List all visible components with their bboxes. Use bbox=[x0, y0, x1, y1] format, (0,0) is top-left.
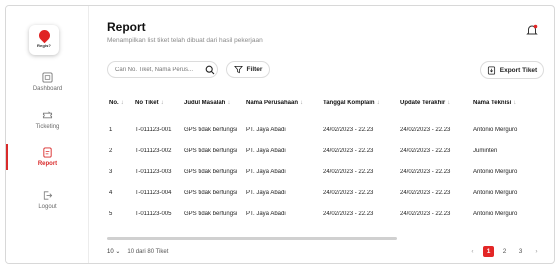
page-title: Report bbox=[107, 20, 146, 34]
sidebar-item-label: Ticketing bbox=[35, 124, 60, 130]
cell-nama-perusahaan: PT. Jaya Abadi bbox=[246, 190, 286, 196]
cell-update-terakhir: 24/02/2023 - 22.23 bbox=[400, 148, 451, 154]
cell-update-terakhir: 24/02/2023 - 22.23 bbox=[400, 190, 451, 196]
cell-nama-teknisi: Juminten bbox=[473, 148, 498, 154]
cell-tanggal-komplain: 24/02/2023 - 22.23 bbox=[323, 127, 374, 133]
bell-icon[interactable] bbox=[524, 22, 540, 38]
sidebar: Regis? Dashboard Ticketing Report Logout bbox=[6, 6, 89, 263]
sort-arrow-icon: ↓ bbox=[513, 100, 517, 106]
export-label: Export Tiket bbox=[499, 66, 538, 74]
cell-no: 2 bbox=[109, 148, 113, 154]
table-row[interactable]: 1 T-011123-001 GPS tidak berfungsi PT. J… bbox=[107, 120, 554, 141]
cell-nama-teknisi: Antonio Merguro bbox=[473, 127, 518, 133]
cell-update-terakhir: 24/02/2023 - 22.23 bbox=[400, 169, 451, 175]
cell-nama-teknisi: Antonio Merguro bbox=[473, 169, 518, 175]
cell-tanggal-komplain: 24/02/2023 - 22.23 bbox=[323, 169, 374, 175]
page-button-1[interactable]: 1 bbox=[483, 246, 494, 257]
cell-tanggal-komplain: 24/02/2023 - 22.23 bbox=[323, 211, 374, 217]
cell-judul-masalah: GPS tidak berfungsi bbox=[184, 211, 238, 217]
page-button-3[interactable]: 3 bbox=[515, 246, 526, 257]
column-header-judul-masalah[interactable]: Judul Masalah ↓ bbox=[184, 100, 241, 106]
cell-no-tiket: T-011123-005 bbox=[135, 211, 172, 217]
sort-arrow-icon: ↓ bbox=[227, 100, 231, 106]
cell-judul-masalah: GPS tidak berfungsi bbox=[184, 148, 238, 154]
report-icon bbox=[43, 147, 52, 158]
filter-button[interactable]: Filter bbox=[226, 61, 270, 78]
table-body: 1 T-011123-001 GPS tidak berfungsi PT. J… bbox=[107, 120, 554, 225]
cell-tanggal-komplain: 24/02/2023 - 22.23 bbox=[323, 148, 374, 154]
table-row[interactable]: 4 T-011123-004 GPS tidak berfungsi PT. J… bbox=[107, 183, 554, 204]
filter-label: Filter bbox=[246, 66, 263, 73]
sort-arrow-icon: ↓ bbox=[160, 100, 164, 106]
sidebar-item-logout[interactable]: Logout bbox=[6, 190, 89, 210]
sidebar-item-dashboard[interactable]: Dashboard bbox=[6, 72, 89, 92]
sidebar-item-ticketing[interactable]: Ticketing bbox=[6, 110, 89, 130]
table-footer-info: 10 ⌄ 10 dari 80 Tiket bbox=[107, 248, 169, 256]
sidebar-item-label: Dashboard bbox=[32, 86, 63, 92]
cell-nama-perusahaan: PT. Jaya Abadi bbox=[246, 211, 286, 217]
cell-nama-perusahaan: PT. Jaya Abadi bbox=[246, 148, 286, 154]
column-header-nama-perusahaan[interactable]: Nama Perusahaan ↓ bbox=[246, 100, 318, 106]
cell-no: 4 bbox=[109, 190, 113, 196]
sort-arrow-icon: ↓ bbox=[447, 100, 451, 106]
sidebar-item-label: Logout bbox=[38, 204, 57, 210]
column-header-no[interactable]: No. ↓ bbox=[109, 100, 129, 106]
total-count: 10 dari 80 Tiket bbox=[127, 248, 169, 255]
table-row[interactable]: 5 T-011123-005 GPS tidak berfungsi PT. J… bbox=[107, 204, 554, 225]
ticket-table: No. ↓ No Tiket ↓ Judul Masalah ↓ Nama Perus… bbox=[107, 88, 554, 225]
ticket-icon bbox=[42, 111, 53, 119]
app-window: Regis? Dashboard Ticketing Report Logout… bbox=[5, 5, 555, 264]
cell-no: 3 bbox=[109, 169, 113, 175]
horizontal-scrollbar[interactable] bbox=[107, 237, 397, 240]
pagination: ‹ 1 2 3 › bbox=[467, 246, 542, 257]
column-header-update-terakhir[interactable]: Update Terakhir ↓ bbox=[400, 100, 474, 106]
cell-judul-masalah: GPS tidak berfungsi bbox=[184, 169, 238, 175]
cell-no: 5 bbox=[109, 211, 113, 217]
cell-nama-perusahaan: PT. Jaya Abadi bbox=[246, 127, 286, 133]
sort-arrow-icon: ↓ bbox=[300, 100, 304, 106]
table-row[interactable]: 3 T-011123-003 GPS tidak berfungsi PT. J… bbox=[107, 162, 554, 183]
main-content: Report Menampilkan list tiket telah dibu… bbox=[89, 6, 554, 263]
filter-icon bbox=[233, 65, 243, 74]
page-button-2[interactable]: 2 bbox=[499, 246, 510, 257]
page-subtitle: Menampilkan list tiket telah dibuat dari… bbox=[107, 37, 263, 44]
cell-nama-teknisi: Antonio Merguro bbox=[473, 190, 518, 196]
cell-nama-teknisi: Antonio Merguro bbox=[473, 211, 518, 217]
sort-arrow-icon: ↓ bbox=[376, 100, 380, 106]
dashboard-icon bbox=[42, 72, 53, 83]
logo-pin-icon bbox=[36, 27, 52, 44]
search-icon[interactable] bbox=[205, 65, 215, 75]
search-input[interactable] bbox=[107, 61, 218, 78]
sidebar-item-report[interactable]: Report bbox=[6, 144, 89, 170]
per-page-select[interactable]: 10 ⌄ bbox=[107, 248, 120, 255]
cell-update-terakhir: 24/02/2023 - 22.23 bbox=[400, 211, 451, 217]
cell-no: 1 bbox=[109, 127, 113, 133]
cell-no-tiket: T-011123-004 bbox=[135, 190, 172, 196]
cell-judul-masalah: GPS tidak berfungsi bbox=[184, 190, 238, 196]
cell-judul-masalah: GPS tidak berfungsi bbox=[184, 127, 238, 133]
cell-no-tiket: T-011123-001 bbox=[135, 127, 172, 133]
cell-nama-perusahaan: PT. Jaya Abadi bbox=[246, 169, 286, 175]
cell-no-tiket: T-011123-002 bbox=[135, 148, 172, 154]
column-header-nama-teknisi[interactable]: Nama Teknisi ↓ bbox=[473, 100, 545, 106]
app-logo[interactable]: Regis? bbox=[29, 25, 59, 55]
table-row[interactable]: 2 T-011123-002 GPS tidak berfungsi PT. J… bbox=[107, 141, 554, 162]
cell-tanggal-komplain: 24/02/2023 - 22.23 bbox=[323, 190, 374, 196]
column-header-no-tiket[interactable]: No Tiket ↓ bbox=[135, 100, 187, 106]
column-header-tanggal-komplain[interactable]: Tanggal Komplain ↓ bbox=[323, 100, 395, 106]
table-header: No. ↓ No Tiket ↓ Judul Masalah ↓ Nama Perus… bbox=[107, 88, 554, 118]
cell-update-terakhir: 24/02/2023 - 22.23 bbox=[400, 127, 451, 133]
export-button[interactable]: Export Tiket bbox=[480, 61, 544, 79]
next-page-button[interactable]: › bbox=[531, 246, 542, 257]
sidebar-item-label: Report bbox=[37, 161, 58, 167]
sort-arrow-icon: ↓ bbox=[120, 100, 124, 106]
chevron-down-icon: ⌄ bbox=[115, 249, 121, 255]
export-icon bbox=[487, 65, 495, 75]
cell-no-tiket: T-011123-003 bbox=[135, 169, 172, 175]
logout-icon bbox=[43, 191, 53, 200]
prev-page-button[interactable]: ‹ bbox=[467, 246, 478, 257]
